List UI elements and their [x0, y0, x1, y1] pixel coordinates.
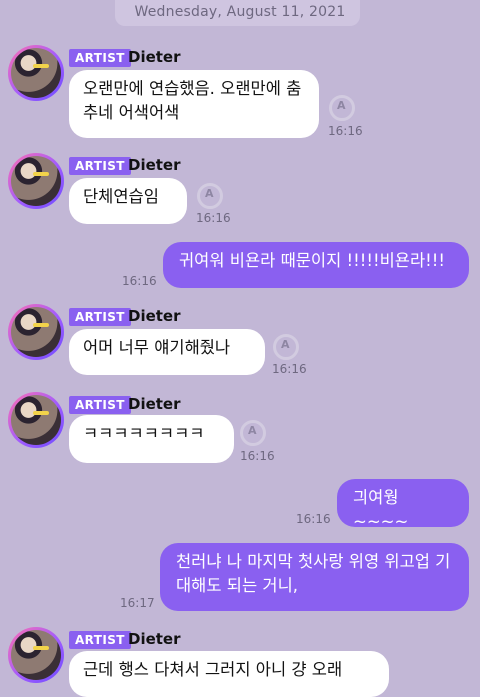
- message-time: 16:16: [196, 211, 231, 225]
- message-bubble: 근데 행스 다쳐서 그러지 아니 걍 오래: [69, 651, 389, 697]
- artist-avatar[interactable]: [8, 153, 64, 209]
- translate-icon[interactable]: [240, 420, 266, 446]
- artist-badge: ARTIST: [69, 396, 131, 414]
- outgoing-message-bubble: 긔여웡 ~~~~: [337, 479, 469, 531]
- message-time: 16:16: [122, 274, 157, 288]
- artist-avatar[interactable]: [8, 45, 64, 101]
- outgoing-message-bubble: 귀여워 비욘라 때문이지 !!!!!비욘라!!!: [163, 242, 469, 288]
- message-bubble: 오랜만에 연습했음. 오랜만에 춤추네 어색어색: [69, 70, 319, 138]
- artist-badge: ARTIST: [69, 157, 131, 175]
- sender-name: Dieter: [128, 395, 181, 413]
- message-time: 16:16: [240, 449, 275, 463]
- translate-icon[interactable]: [197, 183, 223, 209]
- sender-name: Dieter: [128, 48, 181, 66]
- artist-avatar[interactable]: [8, 627, 64, 683]
- sender-name: Dieter: [128, 156, 181, 174]
- message-time: 16:16: [296, 512, 331, 526]
- artist-avatar[interactable]: [8, 304, 64, 360]
- message-bubble: 어머 너무 얘기해줬나: [69, 329, 265, 375]
- sender-name: Dieter: [128, 307, 181, 325]
- artist-badge: ARTIST: [69, 49, 131, 67]
- artist-avatar[interactable]: [8, 392, 64, 448]
- message-bubble: 단체연습임: [69, 178, 187, 224]
- artist-badge: ARTIST: [69, 631, 131, 649]
- translate-icon[interactable]: [273, 334, 299, 360]
- translate-icon[interactable]: [329, 95, 355, 121]
- message-time: 16:16: [328, 124, 363, 138]
- date-separator: Wednesday, August 11, 2021: [134, 4, 346, 20]
- sender-name: Dieter: [128, 630, 181, 648]
- artist-badge: ARTIST: [69, 308, 131, 326]
- message-time: 16:17: [120, 596, 155, 610]
- outgoing-message-bubble: 천러냐 나 마지막 첫사랑 위영 위고업 기대해도 되는 거니,: [160, 543, 469, 611]
- message-bubble: ㅋㅋㅋㅋㅋㅋㅋㅋ: [69, 415, 234, 463]
- message-time: 16:16: [272, 362, 307, 376]
